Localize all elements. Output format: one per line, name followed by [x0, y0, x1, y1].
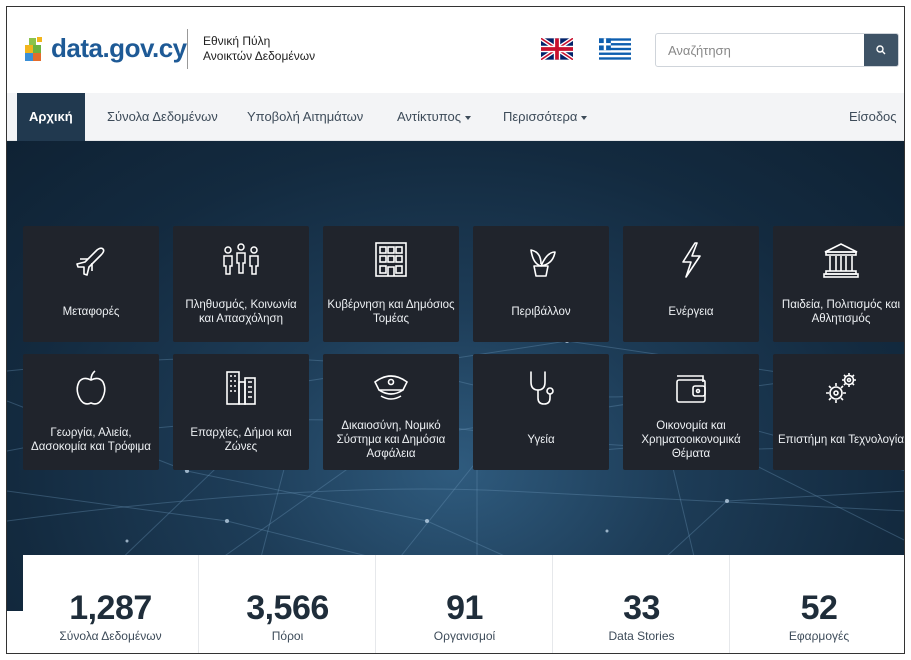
- nav-label: Περισσότερα: [503, 109, 578, 124]
- chevron-down-icon: [464, 115, 471, 120]
- stat-value: 1,287: [69, 589, 152, 627]
- category-label: Πληθυσμός, Κοινωνία και Απασχόληση: [185, 299, 297, 325]
- stat-value: 33: [623, 589, 660, 627]
- plant-icon: [530, 249, 556, 277]
- stethoscope-icon: [530, 371, 554, 405]
- stat-datasets[interactable]: 1,287 Σύνολα Δεδομένων: [23, 555, 199, 653]
- category-label: Μεταφορές: [62, 306, 120, 318]
- nav-item-datasets[interactable]: Σύνολα Δεδομένων: [107, 93, 218, 141]
- portal-subtitle: Εθνική Πύλη Ανοικτών Δεδομένων: [203, 34, 315, 64]
- category-tile-economy[interactable]: Οικονομία και Χρηματοοικονομικά Θέματα: [623, 354, 759, 470]
- category-tile-health[interactable]: Υγεία: [473, 354, 609, 470]
- nav-label: Αντίκτυπος: [397, 109, 461, 124]
- category-label: Επιστήμη και Τεχνολογία: [778, 434, 904, 446]
- category-tile-government[interactable]: Κυβέρνηση και Δημόσιος Τομέας: [323, 226, 459, 342]
- category-tile-agriculture[interactable]: Γεωργία, Αλιεία, Δασοκομία και Τρόφιμα: [23, 354, 159, 470]
- nav-label: Αρχική: [29, 109, 73, 124]
- category-label: Κυβέρνηση και Δημόσιος Τομέας: [327, 299, 455, 325]
- logo-text: data.gov.cy: [51, 33, 187, 63]
- city-icon: [226, 371, 256, 405]
- category-tile-regions[interactable]: Επαρχίες, Δήμοι και Ζώνες: [173, 354, 309, 470]
- category-tile-environment[interactable]: Περιβάλλον: [473, 226, 609, 342]
- site-header: data.gov.cy Εθνική Πύλη Ανοικτών Δεδομέν…: [7, 7, 904, 93]
- gears-icon: [826, 373, 856, 403]
- wallet-icon: [676, 375, 706, 403]
- stat-resources[interactable]: 3,566 Πόροι: [200, 555, 376, 653]
- search-input[interactable]: [656, 34, 864, 66]
- category-label: Περιβάλλον: [511, 306, 571, 318]
- stat-data-stories[interactable]: 33 Data Stories: [554, 555, 730, 653]
- nav-item-login[interactable]: Είσοδος: [849, 93, 897, 141]
- category-label: Ενέργεια: [668, 306, 714, 318]
- category-tile-energy[interactable]: Ενέργεια: [623, 226, 759, 342]
- nav-item-requests[interactable]: Υποβολή Αιτημάτων: [247, 93, 363, 141]
- chevron-down-icon: [581, 115, 588, 120]
- museum-icon: [823, 243, 859, 278]
- stat-label: Οργανισμοί: [433, 629, 496, 643]
- category-label: Οικονομία και Χρηματοοικονομικά Θέματα: [641, 420, 741, 460]
- nav-item-home[interactable]: Αρχική: [17, 93, 85, 141]
- category-tile-education[interactable]: Παιδεία, Πολιτισμός και Αθλητισμός: [773, 226, 904, 342]
- stats-bar: 1,287 Σύνολα Δεδομένων 3,566 Πόροι 91 Ορ…: [23, 555, 904, 653]
- people-icon: [223, 243, 259, 275]
- category-label: Δικαιοσύνη, Νομικό Σύστημα και Δημόσια Α…: [336, 420, 446, 460]
- category-label: Γεωργία, Αλιεία, Δασοκομία και Τρόφιμα: [31, 427, 151, 453]
- main-nav: Αρχική Σύνολα Δεδομένων Υποβολή Αιτημάτω…: [7, 93, 904, 141]
- nav-item-more[interactable]: Περισσότερα: [503, 93, 588, 141]
- stat-label: Εφαρμογές: [788, 629, 850, 643]
- stat-label: Data Stories: [608, 629, 675, 643]
- nav-label: Υποβολή Αιτημάτων: [247, 109, 364, 124]
- stat-label: Πόροι: [271, 629, 304, 643]
- search-icon: [876, 45, 886, 55]
- greek-flag-icon[interactable]: [599, 38, 631, 60]
- logo-cubes-icon: [25, 36, 42, 61]
- stat-value: 3,566: [246, 589, 329, 627]
- lightning-icon: [682, 242, 701, 278]
- page-frame: data.gov.cy Εθνική Πύλη Ανοικτών Δεδομέν…: [6, 6, 905, 654]
- nav-label: Είσοδος: [849, 109, 897, 124]
- category-tile-justice[interactable]: Δικαιοσύνη, Νομικό Σύστημα και Δημόσια Α…: [323, 354, 459, 470]
- nav-label: Σύνολα Δεδομένων: [107, 109, 218, 124]
- airplane-icon: [76, 247, 105, 276]
- category-tile-transport[interactable]: Μεταφορές: [23, 226, 159, 342]
- hero-banner: Μεταφορές Πληθυσμός, Κοινωνία και Απασχό…: [7, 141, 904, 611]
- category-label: Υγεία: [527, 434, 555, 446]
- english-flag-icon[interactable]: [541, 38, 573, 60]
- search-button[interactable]: [864, 34, 898, 66]
- stat-organizations[interactable]: 91 Οργανισμοί: [377, 555, 553, 653]
- header-divider: [187, 29, 188, 69]
- police-cap-icon: [373, 375, 409, 400]
- category-tile-science[interactable]: Επιστήμη και Τεχνολογία: [773, 354, 904, 470]
- subtitle-line-2: Ανοικτών Δεδομένων: [203, 49, 316, 63]
- building-icon: [375, 242, 407, 277]
- nav-item-impact[interactable]: Αντίκτυπος: [397, 93, 471, 141]
- site-logo[interactable]: data.gov.cy: [23, 33, 187, 64]
- apple-icon: [76, 370, 106, 405]
- category-label: Παιδεία, Πολιτισμός και Αθλητισμός: [781, 299, 901, 325]
- category-tile-population[interactable]: Πληθυσμός, Κοινωνία και Απασχόληση: [173, 226, 309, 342]
- stat-label: Σύνολα Δεδομένων: [59, 629, 162, 643]
- stat-value: 91: [446, 589, 483, 627]
- category-label: Επαρχίες, Δήμοι και Ζώνες: [190, 427, 292, 453]
- stat-applications[interactable]: 52 Εφαρμογές: [731, 555, 904, 653]
- stat-value: 52: [800, 589, 838, 627]
- search-box: [655, 33, 899, 67]
- subtitle-line-1: Εθνική Πύλη: [203, 34, 271, 48]
